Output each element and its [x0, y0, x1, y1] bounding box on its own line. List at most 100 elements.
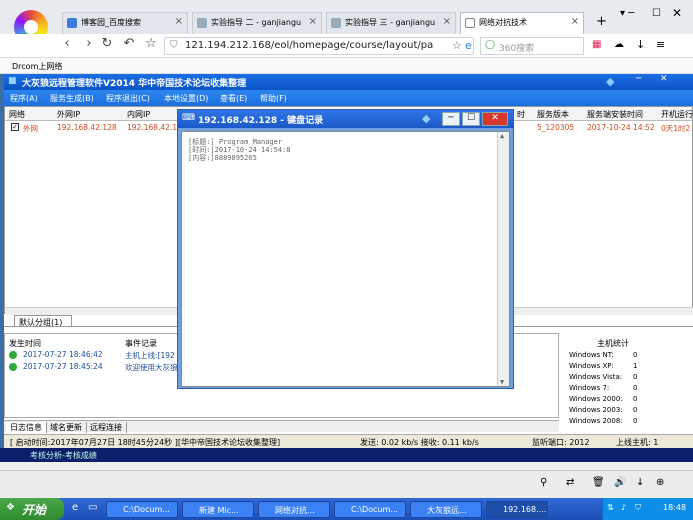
minimize-icon[interactable]: ▾ ─ — [620, 8, 634, 19]
close-icon[interactable]: × — [309, 16, 317, 27]
skin-icon[interactable]: ◆ — [606, 75, 614, 88]
stat-value: 1 — [633, 362, 638, 370]
desktop-icon[interactable]: ▭ — [88, 502, 97, 513]
skin-icon[interactable]: ◆ — [422, 112, 430, 125]
star-icon[interactable]: ☆ — [142, 36, 160, 51]
scroll-up-icon[interactable]: ▲ — [500, 132, 504, 140]
bookmarks-bar: Drcom上网络 — [0, 58, 693, 74]
zoom-icon[interactable]: ⊕ — [656, 477, 664, 488]
col-network[interactable]: 网络 — [9, 109, 25, 120]
menu-program[interactable]: 程序(A) — [10, 93, 38, 104]
app-minimize-icon[interactable]: ─ — [636, 74, 641, 84]
menu-exit[interactable]: 程序退出(C) — [106, 93, 150, 104]
bookmark-drcom[interactable]: Drcom上网络 — [12, 62, 62, 71]
menu-help[interactable]: 帮助(F) — [260, 93, 287, 104]
shield-icon: ⛉ — [170, 40, 178, 51]
dialog-maximize-button[interactable]: ☐ — [462, 112, 480, 126]
menu-icon[interactable]: ≡ — [656, 38, 665, 51]
stat-value: 0 — [633, 406, 638, 414]
new-tab-button[interactable]: + — [596, 14, 607, 29]
keyboard-icon: ⌨ — [182, 113, 195, 123]
col-version[interactable]: 服务版本 — [537, 109, 569, 120]
menu-build[interactable]: 服务生成(B) — [50, 93, 94, 104]
address-bar[interactable]: ⛉ 121.194.212.168/eol/homepage/course/lay… — [164, 37, 474, 55]
keylog-line: [标题:] Program Manager — [188, 138, 283, 146]
col-lan-ip[interactable]: 内网IP — [127, 109, 150, 120]
row-checkbox[interactable]: ✓ — [11, 123, 19, 131]
stat-value: 0 — [633, 351, 638, 359]
tab-remote-connect[interactable]: 远程连接 — [86, 422, 127, 433]
col-install-time[interactable]: 服务端安装时间 — [587, 109, 643, 120]
col-boot[interactable]: 开机运行 — [661, 109, 693, 120]
ie-quicklaunch-icon[interactable]: e — [72, 502, 78, 513]
menu-view[interactable]: 查看(E) — [220, 93, 247, 104]
page-icon — [197, 18, 207, 28]
close-icon[interactable]: × — [175, 16, 183, 27]
tab-baidu[interactable]: 博客园_百度搜索 × — [62, 12, 188, 34]
stat-value: 0 — [633, 395, 638, 403]
download-icon[interactable]: ↓ — [636, 477, 644, 488]
dialog-title-bar[interactable]: ⌨ 192.168.42.128 - 键盘记录 ◆ ─ ☐ ✕ — [178, 110, 513, 128]
reload-icon[interactable]: ↻ — [98, 36, 116, 51]
cell-boot: 0天1时2 — [661, 124, 691, 133]
stat-label: Windows XP: — [569, 362, 614, 370]
shield-icon[interactable]: ⛉ — [635, 503, 641, 513]
dialog-minimize-button[interactable]: ─ — [442, 112, 460, 126]
tab-guide-3[interactable]: 实验指导 三 - ganjiangu × — [326, 12, 456, 34]
status-online: 上线主机: 1 — [616, 438, 659, 447]
task-folder-2[interactable]: C:\Docum... — [334, 501, 406, 518]
start-button[interactable]: ❖ 开始 — [0, 498, 64, 520]
tab-guide-2[interactable]: 实验指导 二 - ganjiangu × — [192, 12, 322, 34]
pin-icon[interactable]: ⚲ — [540, 477, 547, 488]
status-port: 监听端口: 2012 — [532, 438, 590, 447]
page-icon — [465, 18, 475, 28]
col-wan-ip[interactable]: 外网IP — [57, 109, 80, 120]
nav-bar: ‹ › ↻ ↶ ☆ ⛉ 121.194.212.168/eol/homepage/… — [0, 34, 693, 58]
clock: 18:48 — [663, 503, 687, 512]
forward-icon[interactable]: › — [80, 36, 98, 51]
app-close-icon[interactable]: ✕ — [660, 74, 668, 84]
undo-icon[interactable]: ↶ — [120, 36, 138, 51]
close-window-icon[interactable]: ✕ — [672, 6, 682, 20]
sound-icon[interactable]: 🔊 — [614, 477, 626, 488]
dialog-scrollbar[interactable]: ▲ ▼ — [497, 132, 509, 386]
volume-icon[interactable]: ♪ — [621, 503, 626, 512]
scroll-down-icon[interactable]: ▼ — [500, 378, 504, 386]
stat-label: Windows Vista: — [569, 373, 623, 381]
ie-icon[interactable]: e — [465, 39, 472, 52]
task-dahuilang[interactable]: 大灰狼远... — [410, 501, 482, 518]
search-input[interactable]: ◯ 360搜索 — [480, 37, 584, 55]
cloud-icon[interactable]: ☁ — [614, 39, 624, 50]
app-title: 大灰狼远程管理软件V2014 华中帝国技术论坛收集整理 — [22, 79, 247, 89]
task-keylog[interactable]: 192.168.... — [486, 501, 548, 518]
keylog-line: [内容:]8889895265 — [188, 154, 257, 162]
menu-settings[interactable]: 本地设置(D) — [164, 93, 208, 104]
close-icon[interactable]: × — [443, 16, 451, 27]
tab-log-info[interactable]: 日志信息 — [6, 422, 47, 433]
trash-icon[interactable]: 🗑 — [592, 477, 605, 488]
task-word[interactable]: 新建 Mic... — [182, 501, 254, 518]
shuffle-icon[interactable]: ⇄ — [566, 477, 574, 488]
page-bar: 考核分析-考核成绩 — [0, 448, 693, 462]
log-event: 欢迎使用大灰狼 — [125, 363, 178, 372]
close-icon[interactable]: × — [571, 16, 579, 27]
stat-label: Windows 2000: — [569, 395, 623, 403]
windows-logo-icon: ❖ — [6, 502, 15, 513]
apps-icon[interactable]: ▦ — [592, 39, 601, 50]
col-time[interactable]: 时 — [517, 109, 525, 120]
tab-domain-update[interactable]: 域名更新 — [46, 422, 87, 433]
keylog-line: [时间:]2017-10-24 14:54:8 — [188, 146, 291, 154]
search-engine-icon: ◯ — [485, 40, 496, 50]
status-bar: [ 启动时间:2017年07月27日 18时45分24秒 ][华中帝国技术论坛收… — [4, 434, 693, 448]
app-icon: ■ — [8, 76, 17, 86]
tab-network-attack[interactable]: 网络对抗技术 × — [460, 12, 584, 34]
bookmark-star-icon[interactable]: ☆ — [452, 39, 462, 52]
maximize-icon[interactable]: ☐ — [652, 8, 661, 19]
task-folder-1[interactable]: C:\Docum... — [106, 501, 178, 518]
back-icon[interactable]: ‹ — [58, 36, 76, 51]
dialog-close-button[interactable]: ✕ — [482, 112, 508, 126]
download-icon[interactable]: ↓ — [636, 38, 645, 51]
network-icon[interactable]: ⇅ — [607, 503, 614, 512]
keylog-textarea[interactable]: [标题:] Program Manager [时间:]2017-10-24 14… — [181, 131, 510, 387]
task-browser[interactable]: 网络对抗... — [258, 501, 330, 518]
